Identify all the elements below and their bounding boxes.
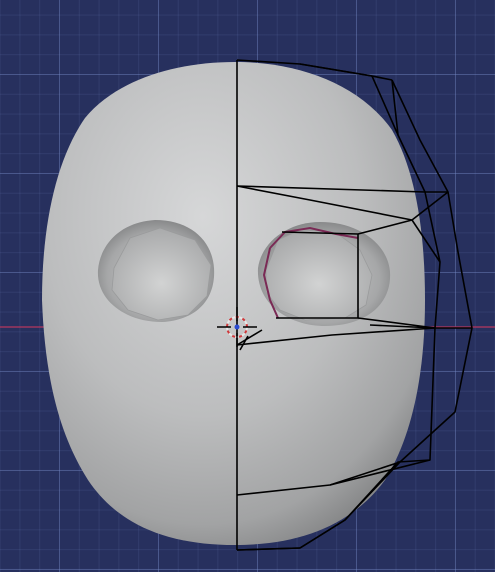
3d-viewport[interactable] xyxy=(0,0,495,572)
viewport-canvas[interactable] xyxy=(0,0,495,572)
